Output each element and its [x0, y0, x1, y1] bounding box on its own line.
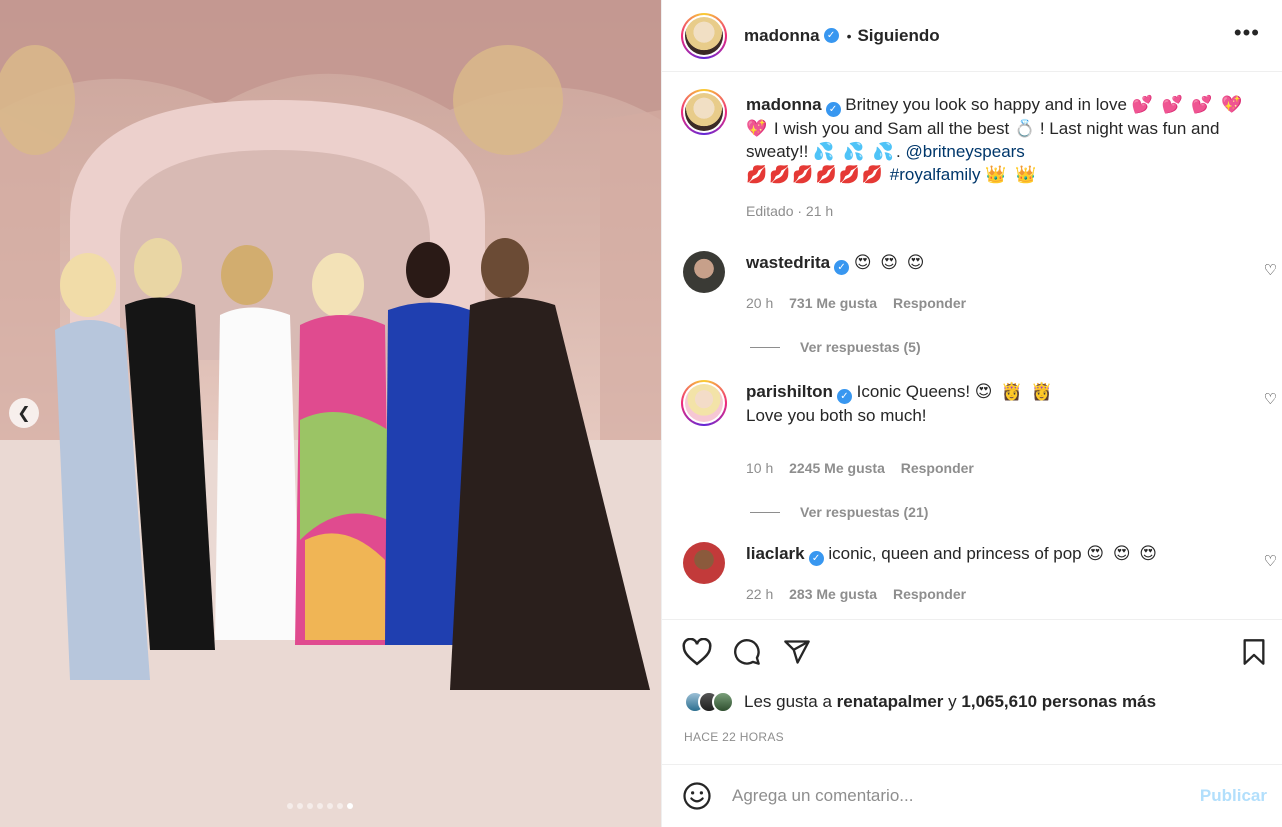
likes-prefix: Les gusta a [744, 692, 832, 711]
heart-emoji: 💖 [746, 119, 770, 138]
comment-reply-button[interactable]: Responder [893, 295, 966, 311]
verified-badge-icon: ✓ [825, 102, 841, 117]
post-timestamp[interactable]: HACE 22 HORAS [684, 730, 784, 744]
commenter-username[interactable]: wastedrita [746, 253, 830, 272]
bookmark-save-icon[interactable] [1241, 638, 1267, 666]
commenter-username[interactable]: parishilton [746, 382, 833, 401]
caption-line2: I wish you and Sam all the best [773, 119, 1010, 138]
post-header: madonna ✓ • Siguiendo ••• [662, 0, 1282, 72]
verified-badge-icon: ✓ [808, 551, 824, 566]
carousel-dot [327, 803, 333, 809]
post-photo[interactable]: ❮ [0, 0, 661, 827]
carousel-dots [287, 803, 353, 809]
liker-avatars [684, 691, 734, 713]
comment-emoji: 😍 👸 👸 [974, 382, 1055, 401]
comment-like-heart-icon[interactable]: ♡ [1264, 390, 1277, 408]
like-heart-icon[interactable] [682, 638, 712, 666]
replies-line [750, 346, 780, 348]
comment-time: 22 h [746, 586, 774, 602]
comment-input[interactable] [732, 786, 1172, 806]
lips-emoji: 💋💋💋💋💋💋 [746, 165, 886, 184]
post-actions [662, 619, 1282, 666]
commenter-username[interactable]: liaclark [746, 544, 805, 563]
commenter-avatar[interactable] [681, 380, 727, 426]
chevron-left-icon: ❮ [17, 405, 31, 422]
group-photo [0, 0, 661, 827]
hearts-emoji: 💕 💕 💕 💖 [1131, 95, 1245, 114]
view-replies-label: Ver respuestas (21) [800, 504, 929, 520]
caption-username[interactable]: madonna [746, 95, 822, 114]
comment-text-line2: Love you both so much! [746, 406, 927, 425]
caption-avatar[interactable] [681, 89, 727, 135]
verified-badge-icon: ✓ [836, 389, 852, 404]
comment-text: Iconic Queens! [856, 382, 971, 401]
likes-summary[interactable]: Les gusta a renatapalmer y 1,065,610 per… [684, 691, 1156, 713]
share-send-icon[interactable] [782, 638, 812, 666]
comment-reply-button[interactable]: Responder [901, 460, 974, 476]
comments-list[interactable]: madonna ✓ Britney you look so happy and i… [662, 73, 1282, 619]
carousel-dot [307, 803, 313, 809]
more-options-icon[interactable]: ••• [1234, 22, 1260, 44]
likes-user-link[interactable]: renatapalmer [837, 692, 944, 712]
caption-line3: sweaty!! [746, 142, 809, 161]
likes-others-link[interactable]: 1,065,610 personas más [961, 692, 1156, 712]
ring-emoji: 💍 [1013, 119, 1036, 138]
comment-like-heart-icon[interactable]: ♡ [1264, 261, 1277, 279]
carousel-dot [317, 803, 323, 809]
publish-button[interactable]: Publicar [1200, 786, 1267, 806]
caption-meta: Editado · 21 h [746, 203, 834, 219]
verified-badge-icon: ✓ [834, 260, 850, 275]
mention-link[interactable]: @britneyspears [906, 142, 1025, 161]
commenter-avatar[interactable] [683, 251, 725, 293]
view-replies-button[interactable]: Ver respuestas (21) [750, 504, 928, 520]
author-avatar[interactable] [681, 12, 727, 59]
comment-emoji: 😍 😍 😍 [1086, 544, 1159, 563]
carousel-dot [337, 803, 343, 809]
carousel-prev-button[interactable]: ❮ [9, 398, 39, 428]
crown-emoji: 👑 👑 [985, 165, 1039, 184]
view-replies-button[interactable]: Ver respuestas (5) [750, 339, 921, 355]
view-replies-label: Ver respuestas (5) [800, 339, 921, 355]
add-comment-bar: Publicar [662, 764, 1282, 827]
comment-likes[interactable]: 283 Me gusta [789, 586, 877, 602]
verified-badge-icon: ✓ [823, 28, 839, 43]
post-side-panel: madonna ✓ • Siguiendo ••• madonna ✓ Britn… [661, 0, 1282, 827]
comment-likes[interactable]: 2245 Me gusta [789, 460, 885, 476]
comment-emoji: 😍 😍 😍 [853, 253, 927, 272]
separator-dot: • [846, 27, 852, 44]
comment-like-heart-icon[interactable]: ♡ [1264, 552, 1277, 570]
comment-time: 20 h [746, 295, 774, 311]
comment-bubble-icon[interactable] [732, 638, 762, 666]
commenter-avatar[interactable] [683, 542, 725, 584]
carousel-dot [297, 803, 303, 809]
replies-line [750, 511, 780, 513]
comment-text: iconic, queen and princess of pop [828, 544, 1082, 563]
following-button[interactable]: Siguiendo [857, 26, 939, 46]
caption-text: madonna ✓ Britney you look so happy and i… [746, 93, 1266, 223]
caption-line2-tail: ! Last night was fun and [1039, 119, 1220, 138]
comment-reply-button[interactable]: Responder [893, 586, 966, 602]
comment-time: 10 h [746, 460, 774, 476]
hashtag-link[interactable]: #royalfamily [890, 165, 981, 184]
carousel-dot [347, 803, 353, 809]
comment-likes[interactable]: 731 Me gusta [789, 295, 877, 311]
likes-connector: y [948, 692, 957, 711]
author-username[interactable]: madonna [744, 26, 820, 46]
sweat-emoji: 💦 💦 💦 [813, 142, 897, 161]
carousel-dot [287, 803, 293, 809]
emoji-picker-icon[interactable] [682, 781, 712, 811]
caption-line1: Britney you look so happy and in love [845, 95, 1127, 114]
